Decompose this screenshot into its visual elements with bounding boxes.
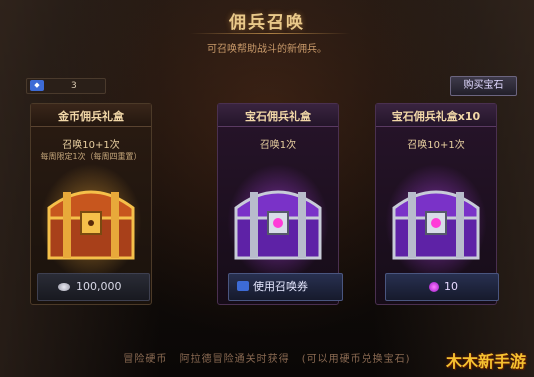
buy-gems-button[interactable]: 购买宝石 [450,76,517,96]
card-header: 金币佣兵礼盒 [31,104,151,127]
card-summon-count: 召唤1次 [259,140,297,151]
summon-ticket-icon [237,281,249,291]
card-summon-count: 召唤10+1次 [62,140,120,151]
card-name: 宝石佣兵礼盒x10 [391,110,481,123]
use-summon-ticket-button[interactable]: 使用召唤券 [228,273,343,301]
page-subtitle: 可召唤帮助战斗的新佣兵。 [207,44,327,55]
page-title: 佣兵召唤 [229,13,305,33]
purple-gem-icon [429,282,439,292]
card-header: 宝石佣兵礼盒 [218,104,338,127]
gold-chest-icon[interactable] [41,174,141,264]
footer-text: 阿拉德冒险通关时获得 [179,354,290,365]
card-name: 金币佣兵礼盒 [58,110,124,123]
gold-summon-button[interactable]: 100,000 [37,273,150,301]
price-label: 10 [444,280,458,293]
footer-note: (可以用硬币兑换宝石) [301,354,411,365]
card-header: 宝石佣兵礼盒x10 [376,104,496,127]
gem-counter: ◆ 3 [26,78,106,94]
gem-count: 3 [71,81,77,91]
purple-chest-icon[interactable] [386,174,486,264]
card-summon-count: 召唤10+1次 [407,140,465,151]
price-label: 100,000 [76,280,122,293]
card-name: 宝石佣兵礼盒 [245,110,311,123]
title-divider [190,33,350,34]
gem-summon-x10-button[interactable]: 10 [385,273,499,301]
silver-coin-icon [58,283,70,291]
price-label: 使用召唤券 [253,280,308,293]
purple-chest-icon[interactable] [228,174,328,264]
watermark-logo: 木木新手游 [445,352,526,371]
gem-card-icon: ◆ [30,80,44,91]
footer-label: 冒险硬币 [123,354,168,365]
